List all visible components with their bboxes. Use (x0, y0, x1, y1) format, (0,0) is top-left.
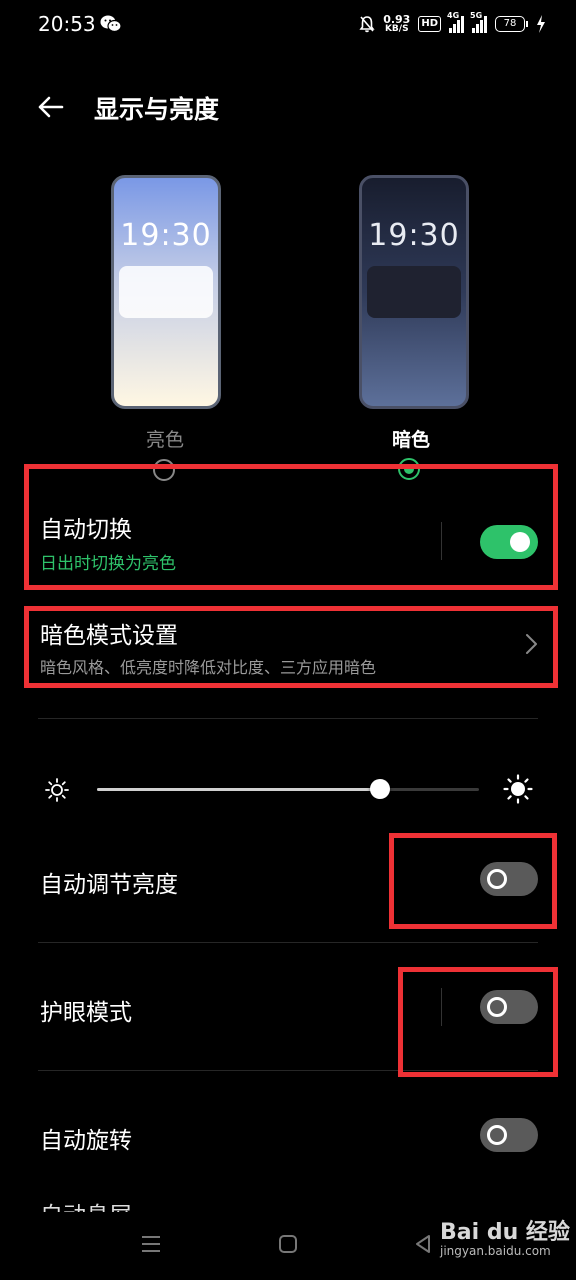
annotation-box-eye-comfort (398, 967, 558, 1077)
back-arrow-icon[interactable] (36, 92, 66, 122)
auto-rotate-title: 自动旋转 (40, 1128, 132, 1154)
watermark-url: jingyan.baidu.com (440, 1244, 551, 1258)
watermark-logo: Bai du 经验 (440, 1220, 570, 1245)
net-speed-unit: KB/S (384, 24, 409, 34)
status-icons: 0.93 KB/S HD 4G 5G 78 (359, 10, 546, 38)
hd-badge: HD (418, 16, 441, 32)
light-theme-label: 亮色 (145, 429, 184, 451)
annotation-box-dark-settings (24, 606, 558, 688)
light-preview-clock: 19:30 (120, 218, 212, 253)
wechat-icon (100, 15, 122, 33)
net-speed: 0.93 KB/S (383, 14, 410, 34)
brightness-high-icon (503, 774, 533, 804)
nav-home-icon[interactable] (278, 1234, 298, 1254)
signal-icon-sim1: 4G (447, 11, 464, 33)
light-theme-preview[interactable]: 19:30 (111, 175, 221, 409)
dark-theme-label: 暗色 (391, 429, 430, 451)
status-time: 20:53 (38, 12, 96, 36)
sim2-network-label: 5G (470, 11, 483, 20)
brightness-slider-thumb[interactable] (370, 779, 390, 799)
battery-icon: 78 (495, 16, 528, 32)
light-preview-card (119, 266, 213, 318)
nav-menu-icon[interactable] (141, 1234, 161, 1254)
baidu-jingyan-watermark: Bai du 经验 jingyan.baidu.com (440, 1214, 570, 1258)
annotation-box-auto-switch (24, 464, 558, 590)
brightness-slider-fill (97, 788, 380, 791)
eye-comfort-title: 护眼模式 (40, 1000, 132, 1026)
battery-level: 78 (495, 16, 525, 32)
auto-brightness-title: 自动调节亮度 (40, 872, 178, 898)
auto-rotate-toggle[interactable] (480, 1118, 538, 1152)
page-title: 显示与亮度 (94, 95, 220, 124)
sim1-network-label: 4G (447, 11, 460, 20)
charging-bolt-icon (537, 15, 545, 33)
nav-back-icon[interactable] (414, 1234, 432, 1254)
mute-bell-icon (359, 16, 375, 33)
signal-icon-sim2: 5G (470, 11, 487, 33)
section-divider (38, 718, 538, 719)
annotation-box-auto-brightness (389, 833, 557, 929)
dark-theme-preview[interactable]: 19:30 (359, 175, 469, 409)
next-item-title: 自动息屏 (40, 1196, 132, 1212)
brightness-low-icon (45, 778, 69, 802)
dark-preview-card (367, 266, 461, 318)
row-divider (38, 942, 538, 943)
dark-preview-clock: 19:30 (368, 218, 460, 253)
